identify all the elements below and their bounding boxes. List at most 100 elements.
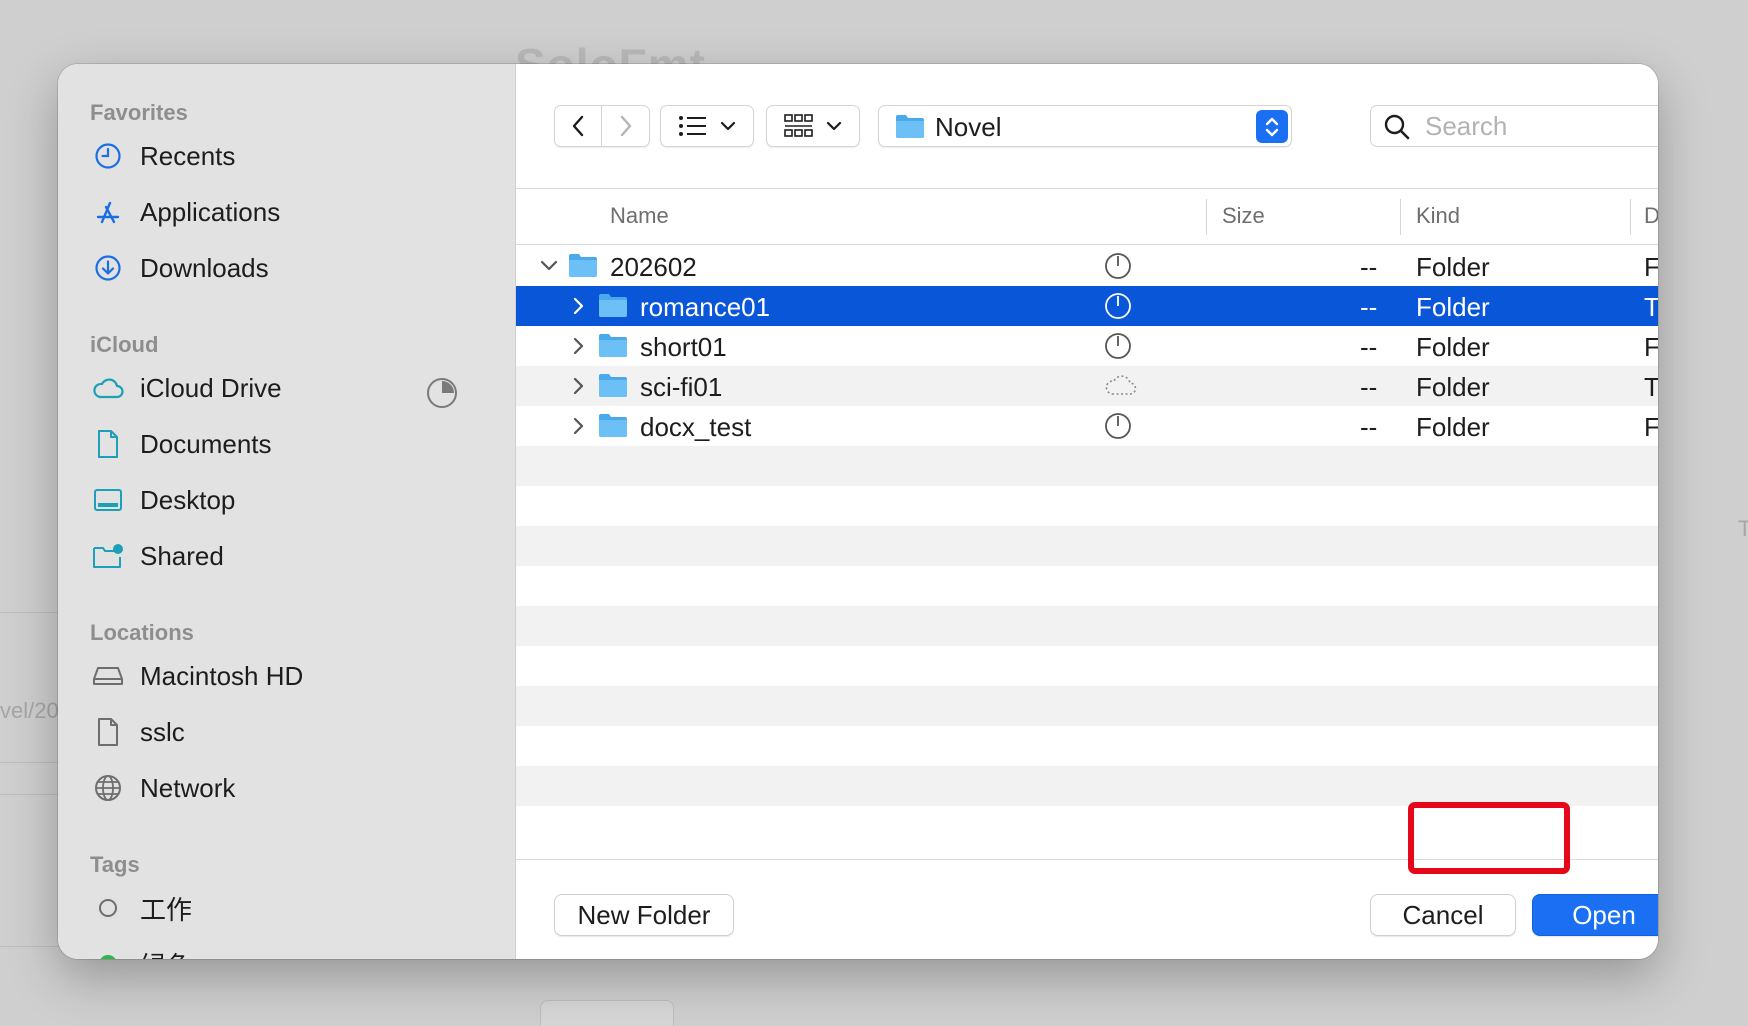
- sidebar-item-label: Applications: [140, 196, 281, 227]
- forward-button[interactable]: [602, 106, 649, 146]
- sidebar-item-label: Downloads: [140, 252, 269, 283]
- file-size: --: [1360, 412, 1378, 442]
- chevron-right-icon[interactable]: [568, 415, 590, 437]
- applications-icon: [92, 196, 124, 228]
- background-divider: [0, 794, 60, 795]
- pie-progress-icon: [1104, 292, 1132, 325]
- empty-row: [516, 606, 1658, 646]
- background-button: [540, 1000, 674, 1026]
- file-name: short01: [640, 332, 727, 362]
- file-name: 202602: [610, 252, 697, 282]
- shared-folder-icon: [92, 540, 124, 572]
- chevron-right-icon[interactable]: [568, 375, 590, 397]
- sidebar-item-label: 绿色: [140, 946, 192, 960]
- cloud-icon: [92, 372, 124, 404]
- folder-icon: [598, 372, 628, 403]
- column-header-name[interactable]: Name: [610, 203, 669, 229]
- column-divider[interactable]: [1206, 199, 1207, 235]
- toolbar: Novel: [516, 64, 1658, 189]
- sidebar-item-shared[interactable]: Shared: [92, 533, 492, 579]
- clock-icon: [92, 140, 124, 172]
- cloud-dotted-icon: [1104, 372, 1138, 403]
- back-button[interactable]: [555, 106, 603, 146]
- new-folder-button[interactable]: New Folder: [554, 894, 734, 936]
- sidebar-item-label: iCloud Drive: [140, 372, 282, 403]
- file-size: --: [1360, 292, 1378, 322]
- column-divider[interactable]: [1400, 199, 1401, 235]
- sidebar-item-documents[interactable]: Documents: [92, 421, 492, 467]
- sidebar-item-desktop[interactable]: Desktop: [92, 477, 492, 523]
- background-divider: [0, 762, 60, 763]
- column-header-row: Name Size Kind Date Added: [516, 189, 1658, 245]
- sidebar-item-sslc[interactable]: sslc: [92, 709, 492, 755]
- sidebar-item-label: Network: [140, 772, 236, 803]
- cancel-button[interactable]: Cancel: [1370, 894, 1516, 936]
- column-divider[interactable]: [1630, 199, 1631, 235]
- dialog-footer: New Folder Cancel Open: [516, 859, 1658, 959]
- desktop-icon: [92, 484, 124, 516]
- file-name: romance01: [640, 292, 771, 322]
- sidebar-item-label: Macintosh HD: [140, 660, 304, 691]
- sidebar-section-icloud: iCloud: [90, 332, 159, 357]
- folder-icon: [895, 113, 925, 144]
- search-input[interactable]: [1425, 111, 1658, 141]
- file-date: Today: [1644, 292, 1658, 322]
- group-view-button[interactable]: [766, 105, 860, 147]
- folder-icon: [568, 252, 598, 283]
- table-row[interactable]: sci-fi01 -- Folder Today: [516, 366, 1658, 406]
- empty-row: [516, 686, 1658, 726]
- empty-row: [516, 766, 1658, 806]
- pie-progress-icon: [1104, 332, 1132, 365]
- sidebar-item-label: Shared: [140, 540, 224, 571]
- empty-row: [516, 526, 1658, 566]
- file-date: Feb 16: [1644, 332, 1658, 362]
- chevron-right-icon: [620, 115, 631, 137]
- list-view-button[interactable]: [660, 105, 754, 147]
- location-label: Novel: [935, 112, 1002, 142]
- file-kind: Folder: [1416, 252, 1490, 282]
- document-icon: [92, 428, 124, 460]
- sidebar-item-label: sslc: [140, 716, 185, 747]
- sidebar-item-macintosh-hd[interactable]: Macintosh HD: [92, 653, 492, 699]
- sidebar-item-tag-green[interactable]: 绿色: [92, 941, 492, 959]
- sidebar-item-downloads[interactable]: Downloads: [92, 245, 492, 291]
- file-date: Feb 16: [1644, 252, 1658, 282]
- table-row[interactable]: docx_test -- Folder Feb 17: [516, 406, 1658, 446]
- stepper-icon: [1256, 110, 1288, 143]
- table-row[interactable]: 202602 -- Folder Feb 16: [516, 246, 1658, 286]
- table-row[interactable]: short01 -- Folder Feb 16: [516, 326, 1658, 366]
- background-divider: [0, 946, 60, 947]
- open-button[interactable]: Open: [1532, 894, 1658, 936]
- open-button-highlight: [1408, 802, 1570, 874]
- chevron-down-icon: [826, 121, 842, 131]
- chevron-down-icon[interactable]: [538, 255, 560, 277]
- column-header-date-added[interactable]: Date Added: [1644, 203, 1658, 229]
- chevron-right-icon[interactable]: [568, 295, 590, 317]
- sidebar-item-applications[interactable]: Applications: [92, 189, 492, 235]
- table-row-selected[interactable]: romance01 -- Folder Today: [516, 286, 1658, 326]
- chevron-right-icon[interactable]: [568, 335, 590, 357]
- background-right-text: T: [1738, 516, 1748, 541]
- folder-icon: [598, 332, 628, 363]
- file-kind: Folder: [1416, 372, 1490, 402]
- sidebar-item-network[interactable]: Network: [92, 765, 492, 811]
- sidebar-item-recents[interactable]: Recents: [92, 133, 492, 179]
- file-kind: Folder: [1416, 292, 1490, 322]
- sidebar-section-favorites: Favorites: [90, 100, 188, 125]
- background-divider: [0, 612, 60, 613]
- folder-icon: [598, 292, 628, 323]
- sidebar-item-icloud-drive[interactable]: iCloud Drive: [92, 365, 492, 411]
- file-size: --: [1360, 332, 1378, 362]
- list-icon: [679, 116, 706, 136]
- column-header-kind[interactable]: Kind: [1416, 203, 1460, 229]
- sidebar-section-locations: Locations: [90, 620, 194, 645]
- search-icon: [1383, 113, 1411, 146]
- tag-empty-icon: [92, 892, 124, 924]
- tag-green-icon: [92, 948, 124, 959]
- sidebar-item-tag-work[interactable]: 工作: [92, 885, 492, 931]
- location-popup[interactable]: Novel: [878, 105, 1292, 147]
- file-kind: Folder: [1416, 332, 1490, 362]
- sync-progress-icon: [426, 377, 458, 414]
- column-header-size[interactable]: Size: [1222, 203, 1265, 229]
- search-field[interactable]: [1370, 105, 1658, 147]
